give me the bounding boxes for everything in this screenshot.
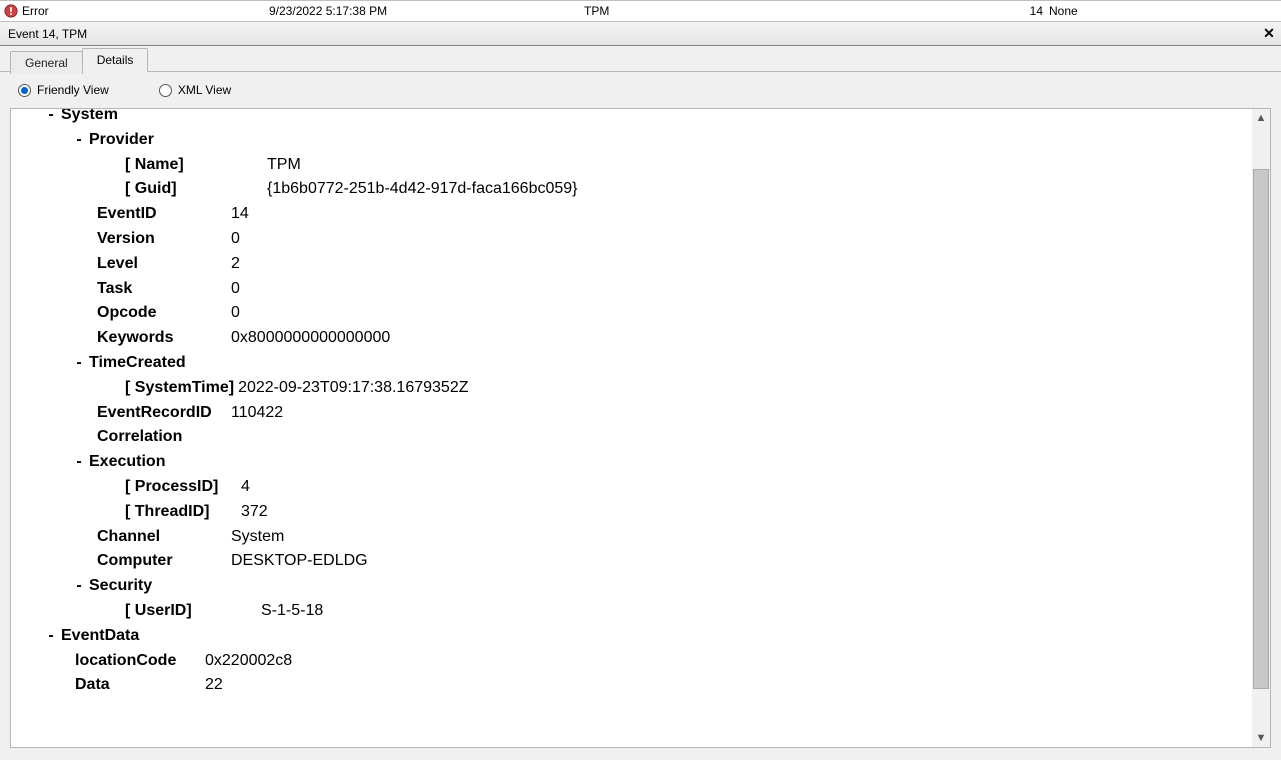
keywords-key: Keywords xyxy=(97,326,231,351)
tab-general[interactable]: General xyxy=(10,51,83,74)
level-val: 2 xyxy=(231,252,240,277)
opcode-key: Opcode xyxy=(97,301,231,326)
channel-val: System xyxy=(231,525,284,550)
radio-friendly-view[interactable]: Friendly View xyxy=(18,83,109,97)
provider-name-key: [ Name] xyxy=(125,153,229,178)
locationcode-val: 0x220002c8 xyxy=(205,649,292,674)
collapse-toggle[interactable]: - xyxy=(69,450,89,475)
recordid-val: 110422 xyxy=(231,401,283,426)
channel-key: Channel xyxy=(97,525,231,550)
radio-xml-view[interactable]: XML View xyxy=(159,83,231,97)
collapse-toggle[interactable]: - xyxy=(41,109,61,128)
recordid-key: EventRecordID xyxy=(97,401,231,426)
keywords-val: 0x8000000000000000 xyxy=(231,326,390,351)
locationcode-key: locationCode xyxy=(75,649,205,674)
opcode-val: 0 xyxy=(231,301,240,326)
section-execution: Execution xyxy=(89,450,165,475)
error-icon xyxy=(4,4,18,18)
correlation-key: Correlation xyxy=(97,425,231,450)
data-val: 22 xyxy=(205,673,223,698)
computer-val: DESKTOP-EDLDG xyxy=(231,549,368,574)
userid-key: [ UserID] xyxy=(125,599,229,624)
userid-val: S-1-5-18 xyxy=(229,599,323,624)
log-source: TPM xyxy=(584,4,1014,18)
task-val: 0 xyxy=(231,277,240,302)
computer-key: Computer xyxy=(97,549,231,574)
collapse-toggle[interactable]: - xyxy=(69,128,89,153)
eventid-val: 14 xyxy=(231,202,249,227)
provider-name-val: TPM xyxy=(229,153,301,178)
scroll-down-icon[interactable]: ▼ xyxy=(1252,729,1270,747)
provider-guid-key: [ Guid] xyxy=(125,177,229,202)
version-val: 0 xyxy=(231,227,240,252)
log-datetime: 9/23/2022 5:17:38 PM xyxy=(269,4,584,18)
eventid-key: EventID xyxy=(97,202,231,227)
systemtime-val: 2022-09-23T09:17:38.1679352Z xyxy=(234,376,468,401)
section-security: Security xyxy=(89,574,152,599)
close-icon[interactable]: ✕ xyxy=(1261,26,1277,42)
version-key: Version xyxy=(97,227,231,252)
collapse-toggle[interactable]: - xyxy=(69,574,89,599)
processid-key: [ ProcessID] xyxy=(125,475,229,500)
details-content: - System - Provider [ Name] TPM [ Guid] … xyxy=(11,109,1252,747)
section-system: System xyxy=(61,109,118,128)
collapse-toggle[interactable]: - xyxy=(41,624,61,649)
log-category: None xyxy=(1049,4,1281,18)
section-timecreated: TimeCreated xyxy=(89,351,186,376)
radio-xml-label: XML View xyxy=(178,83,231,97)
radio-icon xyxy=(18,84,31,97)
vertical-scrollbar[interactable]: ▲ ▼ xyxy=(1252,109,1270,747)
radio-icon xyxy=(159,84,172,97)
section-eventdata: EventData xyxy=(61,624,139,649)
task-key: Task xyxy=(97,277,231,302)
collapse-toggle[interactable]: - xyxy=(69,351,89,376)
radio-friendly-label: Friendly View xyxy=(37,83,109,97)
section-provider: Provider xyxy=(89,128,154,153)
scroll-thumb[interactable] xyxy=(1253,169,1269,689)
log-event-id: 14 xyxy=(1014,4,1049,18)
scroll-up-icon[interactable]: ▲ xyxy=(1252,109,1270,127)
panel-header: Event 14, TPM ✕ xyxy=(0,22,1281,46)
tab-details[interactable]: Details xyxy=(82,48,149,72)
processid-val: 4 xyxy=(229,475,250,500)
level-key: Level xyxy=(97,252,231,277)
log-level: Error xyxy=(22,4,49,18)
threadid-val: 372 xyxy=(229,500,268,525)
provider-guid-val: {1b6b0772-251b-4d42-917d-faca166bc059} xyxy=(229,177,578,202)
event-log-row[interactable]: Error 9/23/2022 5:17:38 PM TPM 14 None xyxy=(0,0,1281,22)
threadid-key: [ ThreadID] xyxy=(125,500,229,525)
scroll-track[interactable] xyxy=(1252,127,1270,729)
systemtime-key: [ SystemTime] xyxy=(125,376,234,401)
tab-strip: General Details xyxy=(0,46,1281,72)
data-key: Data xyxy=(75,673,205,698)
details-viewport: - System - Provider [ Name] TPM [ Guid] … xyxy=(10,108,1271,748)
panel-title: Event 14, TPM xyxy=(8,27,87,41)
view-mode-row: Friendly View XML View xyxy=(0,72,1281,108)
